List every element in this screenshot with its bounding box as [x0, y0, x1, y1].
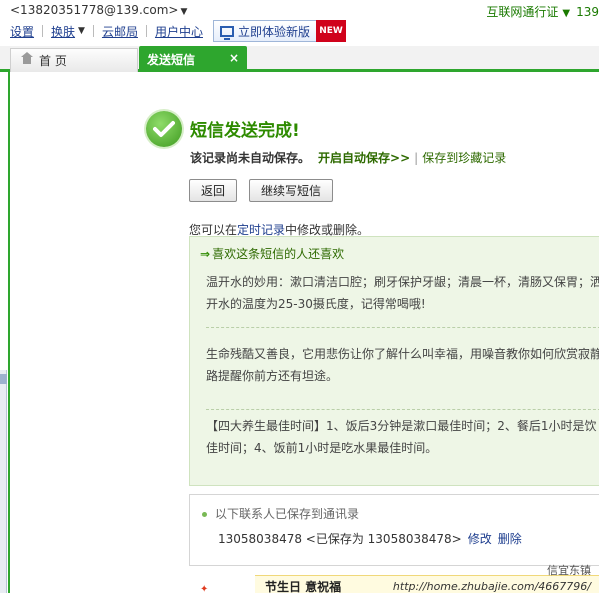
note-prefix: 您可以在 [189, 223, 238, 237]
account-switcher[interactable]: <13820351778@139.com> ▼ [10, 3, 187, 17]
contact-row: 13058038478 <已保存为 13058038478> 修改 删除 [218, 530, 522, 547]
contacts-heading-text: 以下联系人已保存到通讯录 [215, 507, 360, 521]
scheduled-records-link[interactable]: 定时记录 [237, 223, 285, 237]
divider: | [414, 151, 419, 165]
arrow-right-icon: ⇒ [200, 247, 211, 261]
menu-cloud-post[interactable]: 云邮局 [102, 23, 138, 40]
contact-entry: 13058038478 <已保存为 13058038478> [218, 532, 462, 546]
checkmark-icon [146, 111, 182, 147]
promo-label: 节生日 意祝福 [265, 580, 342, 594]
contacts-heading: 以下联系人已保存到通讯录 [202, 505, 359, 522]
continue-writing-button[interactable]: 继续写短信 [249, 179, 333, 202]
watermark: 信宜东镇 http://home.zhubajie.com/4667796/ [393, 563, 591, 595]
back-button[interactable]: 返回 [189, 179, 237, 202]
new-badge: NEW [316, 20, 346, 42]
divider [206, 409, 599, 410]
tab-home-label: 首 页 [39, 54, 67, 68]
recommendations-title: 喜欢这条短信的人还喜欢 [212, 247, 345, 261]
close-icon[interactable]: × [229, 51, 239, 65]
chevron-down-icon: ▼ [562, 8, 571, 19]
tab-send-label: 发送短信 [147, 52, 196, 67]
menu-settings[interactable]: 设置 [10, 23, 34, 40]
divider [42, 25, 44, 37]
pass-number: 139 [576, 5, 599, 19]
list-item[interactable]: 【四大养生最佳时间】1、饭后3分钟是漱口最佳时间；2、餐后1小时是饮佳时间；4、… [206, 415, 599, 459]
pass-label: 互联网通行证 [486, 5, 559, 19]
tab-home[interactable]: 首 页 [10, 48, 138, 72]
top-menu: 设置 换肤 ▼ 云邮局 用户中心 [10, 22, 203, 40]
list-item[interactable]: 温开水的妙用：漱口清洁口腔；刷牙保护牙龈；清晨一杯，清肠又保胃；洒开水的温度为2… [206, 271, 599, 315]
tab-strip: 首 页 发送短信 × [0, 46, 599, 72]
top-bar: <13820351778@139.com> ▼ 互联网通行证 ▼ 139 设置 换肤 ▼… [0, 0, 599, 46]
note-suffix: 中修改或删除。 [285, 223, 370, 237]
save-to-collection-link[interactable]: 保存到珍藏记录 [422, 151, 506, 165]
divider [92, 25, 94, 37]
saved-contacts-panel: 以下联系人已保存到通讯录 13058038478 <已保存为 130580384… [189, 494, 599, 566]
pass-link[interactable]: 互联网通行证 ▼ 139 [486, 3, 599, 20]
enable-auto-save-link[interactable]: 开启自动保存>> [318, 151, 410, 165]
scroll-up-arrow[interactable] [0, 374, 7, 384]
left-scrollbar[interactable] [0, 370, 7, 593]
recommendations-heading: ⇒ 喜欢这条短信的人还喜欢 [200, 245, 344, 262]
bullet-icon [202, 512, 207, 517]
menu-skin[interactable]: 换肤 [51, 23, 75, 40]
monitor-icon [220, 25, 234, 40]
list-item[interactable]: 生命残酷又善良，它用悲伤让你了解什么叫幸福，用噪音教你如何欣赏寂静路提醒你前方还… [206, 343, 599, 387]
save-status-text: 该记录尚未自动保存。 [190, 151, 311, 165]
divider [206, 327, 599, 328]
account-email: <13820351778@139.com> [10, 3, 179, 17]
watermark-text: 信宜东镇 [547, 564, 591, 577]
divider [145, 25, 147, 37]
page-title: 短信发送完成! [190, 121, 300, 141]
new-version-label: 立即体验新版 [238, 24, 311, 39]
chevron-down-icon[interactable]: ▼ [78, 26, 85, 36]
chevron-down-icon: ▼ [180, 7, 188, 17]
tab-send-sms[interactable]: 发送短信 × [139, 46, 247, 72]
save-message: 该记录尚未自动保存。 开启自动保存>> | 保存到珍藏记录 [190, 149, 506, 166]
recommendations-panel: ⇒ 喜欢这条短信的人还喜欢 温开水的妙用：漱口清洁口腔；刷牙保护牙龈；清晨一杯，清… [189, 236, 599, 486]
promo-icon: ✦ [200, 584, 209, 595]
home-icon [21, 51, 33, 66]
menu-user-center[interactable]: 用户中心 [155, 23, 203, 40]
edit-contact-link[interactable]: 修改 [468, 532, 492, 546]
delete-contact-link[interactable]: 删除 [498, 532, 522, 546]
try-new-version-button[interactable]: 立即体验新版 NEW [213, 20, 346, 42]
